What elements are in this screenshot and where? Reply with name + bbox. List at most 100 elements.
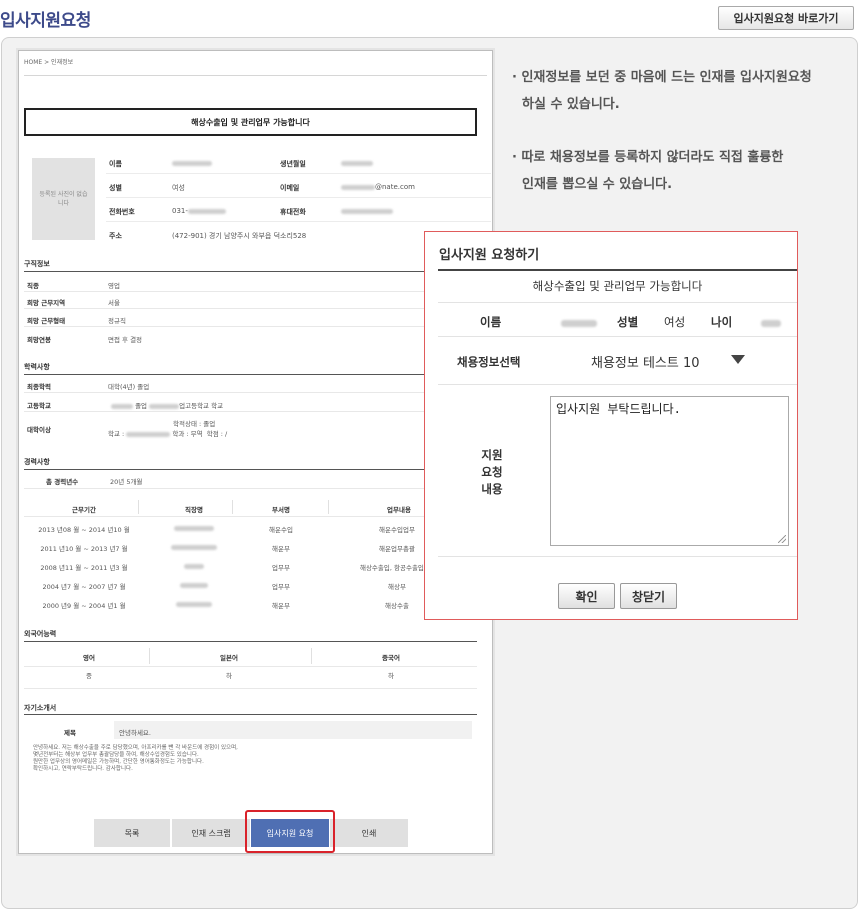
divider (24, 714, 477, 715)
tip-2: · 따로 채용정보를 등록하지 않더라도 직접 훌륭한 인재를 뽑으실 수 있습… (512, 150, 784, 192)
divider (24, 291, 477, 292)
resize-handle-icon[interactable] (778, 535, 786, 543)
divider (138, 500, 139, 514)
divider (438, 556, 797, 557)
job-row-label: 희망 근무형태 (27, 317, 66, 325)
breadcrumb: HOME > 인재정보 (24, 59, 74, 66)
career-dept: 업무부 (272, 564, 290, 572)
divider (24, 469, 477, 470)
divider (438, 384, 797, 385)
career-total-value: 20년 5개월 (110, 478, 143, 486)
lang-value-japanese: 하 (226, 672, 232, 680)
self-intro-text: 안녕하세요. 저는 해상수출을 주로 담당했으며, 아프리카를 뺀 각 바운드에… (33, 745, 238, 772)
divider (106, 197, 491, 198)
scrap-button[interactable]: 인재 스크랩 (172, 819, 250, 847)
name-value-redacted (172, 159, 212, 167)
job-row-value: 서울 (108, 299, 120, 307)
dialog-headline: 해상수출입 및 관리업무 가능합니다 (532, 279, 703, 293)
chevron-down-icon[interactable] (731, 355, 745, 364)
divider (24, 411, 477, 412)
phone-label: 전화번호 (109, 208, 135, 216)
career-dept: 해운부 (272, 545, 290, 553)
confirm-button[interactable]: 확인 (558, 583, 615, 609)
dialog-title: 입사지원 요청하기 (439, 248, 540, 263)
edu-univ-label: 대학이상 (27, 426, 51, 434)
phone-value: 031- (172, 207, 226, 215)
job-section-title: 구직정보 (24, 260, 50, 268)
dialog-age-label: 나이 (711, 315, 733, 329)
career-header-period: 근무기간 (72, 506, 96, 514)
divider (438, 302, 797, 303)
lang-header-english: 영어 (83, 654, 95, 662)
self-subject-label: 제목 (64, 729, 76, 737)
request-message-textarea[interactable]: 입사지원 부탁드립니다. (550, 396, 789, 546)
edu-high-value: 졸업 업고등학교 학교 (111, 400, 223, 410)
career-company-redacted (159, 562, 229, 570)
career-company-redacted (159, 543, 229, 551)
request-button-highlight (245, 810, 335, 853)
career-dept: 해운부 (272, 602, 290, 610)
birth-label: 생년월일 (280, 160, 306, 168)
address-value: (472-901) 경기 남양주시 와부읍 덕소리528 (172, 232, 307, 240)
job-row-label: 직종 (27, 282, 39, 290)
job-row-label: 희망 근무지역 (27, 299, 66, 307)
career-period: 2013 년08 월 ~ 2014 년10 월 (38, 526, 130, 534)
gender-value: 여성 (172, 184, 185, 192)
divider (24, 641, 477, 642)
page-title: 입사지원요청 (0, 11, 91, 31)
shortcut-button[interactable]: 입사지원요청 바로가기 (718, 6, 854, 30)
career-company-redacted (159, 600, 229, 608)
request-dialog: 입사지원 요청하기 해상수출입 및 관리업무 가능합니다 이름 성별 여성 나이… (424, 231, 798, 620)
photo-placeholder: 등록된 사진이 없습니다 (32, 158, 95, 240)
close-dialog-button[interactable]: 창닫기 (620, 583, 677, 609)
email-label: 이메일 (280, 184, 300, 192)
lang-header-japanese: 일본어 (220, 654, 238, 662)
job-row-value: 정규직 (108, 317, 126, 325)
birth-value-redacted (341, 159, 373, 167)
dialog-name-label: 이름 (480, 315, 502, 329)
address-label: 주소 (109, 232, 122, 240)
divider (328, 500, 329, 514)
divider (438, 336, 797, 337)
self-subject-row (114, 721, 472, 739)
career-header-dept: 부서명 (272, 506, 290, 514)
divider (24, 308, 477, 309)
resume-headline: 해상수출입 및 관리업무 가능합니다 (24, 108, 477, 136)
career-period: 2011 년10 월 ~ 2013 년7 월 (40, 545, 128, 553)
resume-preview: HOME > 인재정보 해상수출입 및 관리업무 가능합니다 등록된 사진이 없… (18, 50, 493, 854)
lang-section-title: 외국어능력 (24, 630, 57, 638)
edu-high-label: 고등학교 (27, 402, 51, 410)
name-label: 이름 (109, 160, 122, 168)
self-subject-value: 안녕하세요. (119, 729, 151, 737)
dialog-name-value-redacted (561, 316, 597, 330)
print-button[interactable]: 인쇄 (330, 819, 408, 847)
dialog-age-value-redacted (761, 316, 781, 330)
gender-label: 성별 (109, 184, 122, 192)
divider (24, 271, 477, 272)
dialog-gender-value: 여성 (664, 315, 686, 329)
career-company-redacted (159, 581, 229, 589)
lang-header-chinese: 중국어 (382, 654, 400, 662)
career-section-title: 경력사항 (24, 458, 50, 466)
dialog-request-label: 지원 요청 내용 (481, 448, 503, 496)
divider (24, 392, 477, 393)
divider (24, 488, 477, 489)
mobile-value-redacted (341, 207, 393, 215)
career-period: 2004 년7 월 ~ 2007 년7 월 (42, 583, 126, 591)
job-row-label: 희망연봉 (27, 336, 51, 344)
career-company-redacted (159, 524, 229, 532)
divider (149, 648, 150, 664)
job-posting-select[interactable]: 채용정보 테스트 10 (591, 350, 759, 372)
career-header-task: 업무내용 (387, 506, 411, 514)
job-row-value: 영업 (108, 282, 120, 290)
dialog-gender-label: 성별 (617, 315, 639, 329)
dialog-select-label: 채용정보선택 (457, 355, 521, 369)
lang-value-english: 중 (86, 672, 92, 680)
divider (24, 688, 477, 689)
list-button[interactable]: 목록 (94, 819, 170, 847)
divider (24, 326, 477, 327)
mobile-label: 휴대전화 (280, 208, 306, 216)
divider (438, 269, 797, 271)
career-dept: 해운수입 (269, 526, 293, 534)
lang-value-chinese: 하 (388, 672, 394, 680)
